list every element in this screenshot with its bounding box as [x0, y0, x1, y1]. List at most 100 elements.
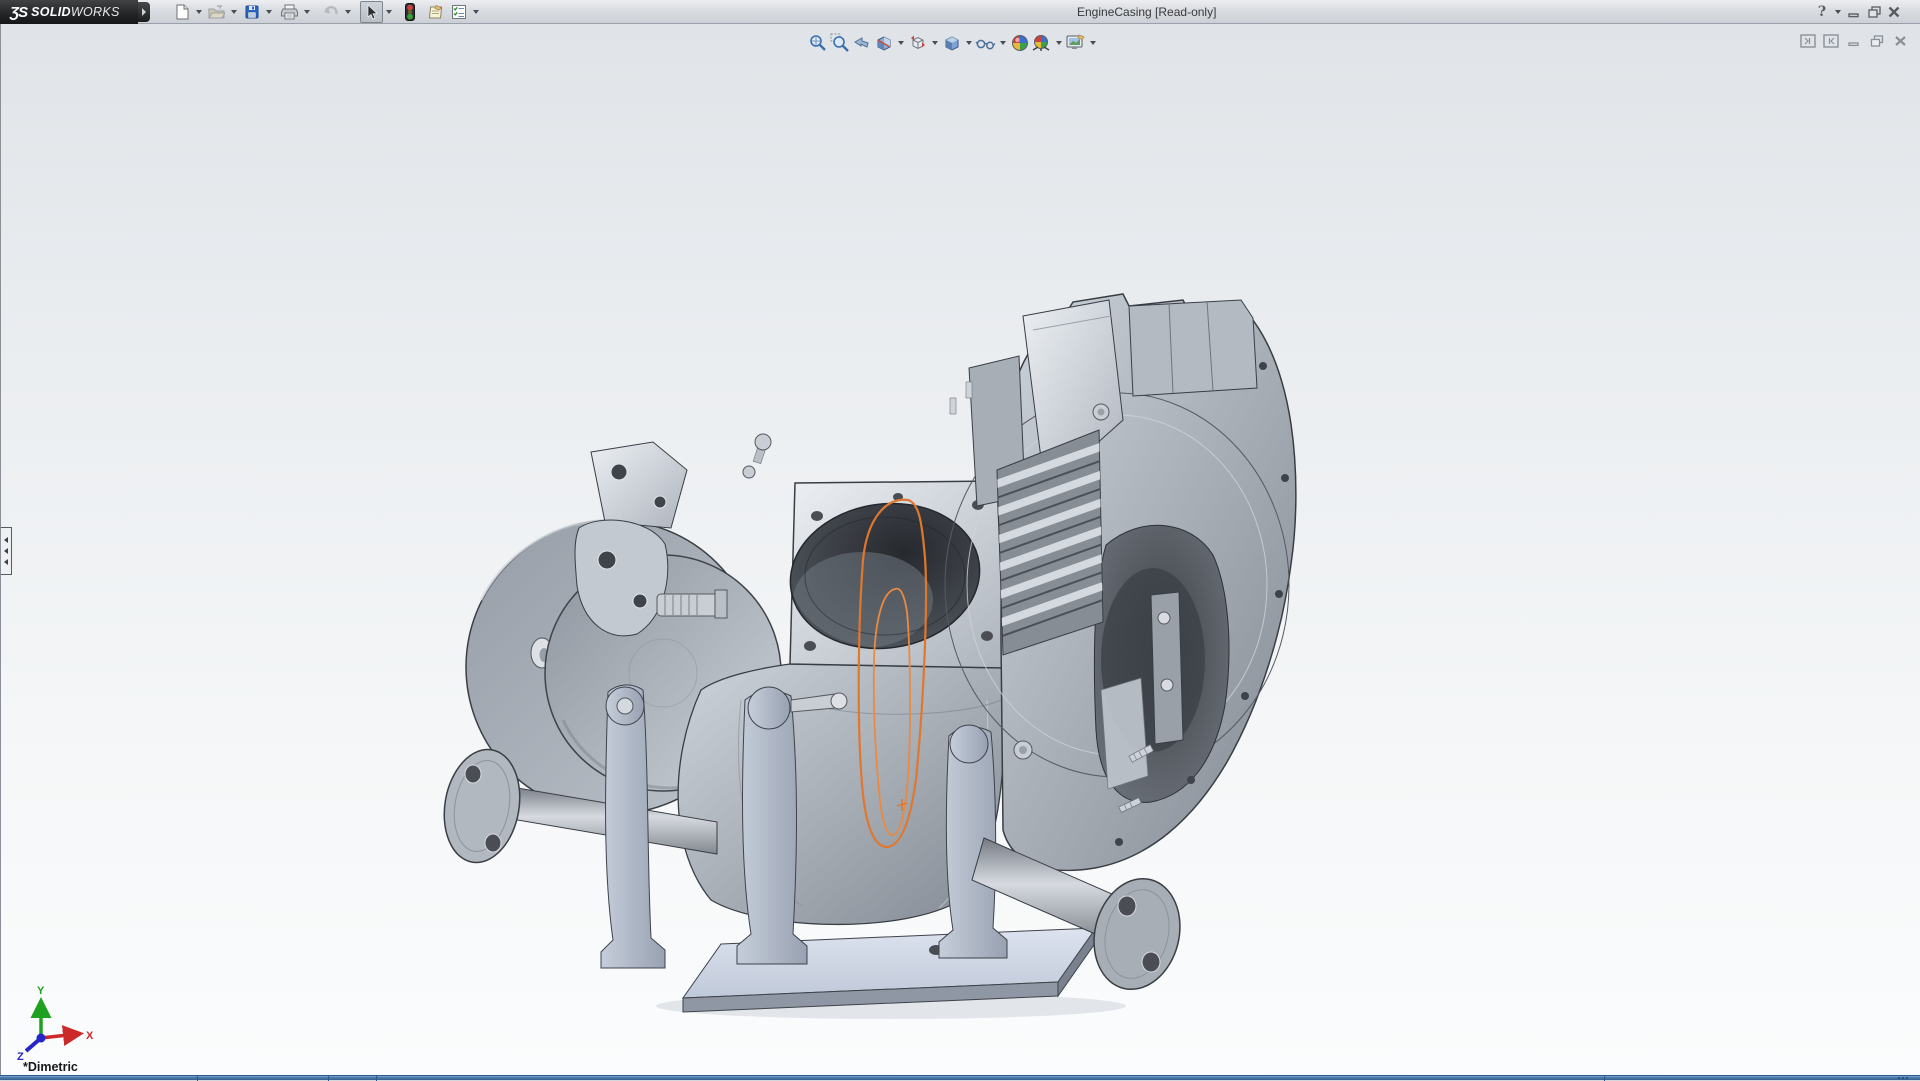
save-floppy-icon — [244, 4, 260, 20]
zoom-to-fit-button[interactable] — [807, 32, 829, 54]
undo-dropdown[interactable] — [342, 1, 354, 23]
open-folder-icon — [208, 4, 225, 20]
undo-button[interactable] — [319, 1, 342, 23]
previous-view-button[interactable] — [851, 32, 873, 54]
restore-document-button[interactable] — [1868, 33, 1886, 49]
document-title: EngineCasing [Read-only] — [1077, 5, 1216, 19]
inner-bolt — [1161, 679, 1173, 691]
zoom-to-area-icon — [830, 33, 850, 53]
options-button[interactable] — [447, 1, 470, 23]
document-window-controls — [1799, 33, 1909, 49]
chevron-left-icon — [4, 537, 8, 543]
display-style-dropdown[interactable] — [963, 32, 975, 54]
hide-show-items-dropdown[interactable] — [997, 32, 1009, 54]
engine-casing-model[interactable] — [1, 24, 1920, 1075]
restore-icon — [1868, 6, 1881, 18]
open-dropdown[interactable] — [228, 1, 240, 23]
solidworks-logo-light: WORKS — [71, 5, 120, 19]
panel-left-icon — [1800, 34, 1816, 48]
minimize-doc-icon — [1847, 35, 1861, 47]
close-button[interactable] — [1884, 2, 1904, 22]
open-button[interactable] — [205, 1, 228, 23]
new-document-icon — [174, 4, 190, 20]
upper-block[interactable] — [1129, 300, 1257, 396]
view-settings-dropdown[interactable] — [1087, 32, 1099, 54]
restore-doc-icon — [1870, 35, 1884, 47]
close-document-button[interactable] — [1891, 33, 1909, 49]
window-controls: ? — [1812, 1, 1904, 23]
help-dropdown[interactable] — [1832, 1, 1844, 23]
view-orientation-dropdown[interactable] — [929, 32, 941, 54]
section-view-icon — [874, 33, 894, 53]
bolt-hole — [981, 631, 993, 641]
x-axis-label: X — [86, 1030, 94, 1042]
minimize-button[interactable] — [1844, 2, 1864, 22]
restore-button[interactable] — [1864, 2, 1884, 22]
edit-appearance-button[interactable] — [1009, 32, 1031, 54]
chevron-right-icon — [141, 8, 147, 16]
options-dropdown[interactable] — [470, 1, 482, 23]
solidworks-logo-bold: SOLID — [31, 5, 71, 19]
cylinder-block[interactable] — [781, 481, 1005, 668]
menu-expand-arrow[interactable] — [138, 2, 150, 22]
save-button[interactable] — [240, 1, 263, 23]
view-orientation-icon — [908, 33, 928, 53]
y-axis-label: Y — [37, 985, 45, 997]
select-dropdown[interactable] — [383, 1, 395, 23]
file-properties-icon — [427, 4, 445, 20]
eyeglasses-icon — [975, 33, 997, 53]
chevron-left-icon — [4, 559, 8, 565]
solidworks-logo[interactable]: ƷS SOLID WORKS — [0, 0, 138, 24]
headsup-view-toolbar — [807, 32, 1099, 54]
minimize-document-button[interactable] — [1845, 33, 1863, 49]
zoom-to-area-button[interactable] — [829, 32, 851, 54]
pivot-pin-cap — [831, 693, 847, 709]
resize-grip[interactable] — [1898, 1077, 1908, 1079]
show-task-pane-button[interactable] — [1822, 33, 1840, 49]
minimize-icon — [1848, 6, 1860, 18]
close-doc-icon — [1894, 35, 1907, 47]
print-dropdown[interactable] — [301, 1, 313, 23]
main-toolbar — [170, 1, 482, 23]
view-settings-icon — [1065, 33, 1087, 53]
section-view-dropdown[interactable] — [895, 32, 907, 54]
apply-scene-icon — [1031, 33, 1053, 53]
reference-triad: Y X Z — [13, 982, 108, 1067]
zoom-to-fit-icon — [808, 33, 828, 53]
view-settings-button[interactable] — [1065, 32, 1087, 54]
undo-icon — [322, 4, 340, 20]
select-cursor-icon — [365, 4, 379, 20]
apply-scene-dropdown[interactable] — [1053, 32, 1065, 54]
options-checklist-icon — [451, 4, 467, 20]
select-button[interactable] — [360, 1, 383, 23]
print-button[interactable] — [278, 1, 301, 23]
mount-brackets[interactable] — [575, 442, 727, 636]
graphics-area[interactable]: Y X Z *Dimetric — [0, 24, 1920, 1075]
help-button[interactable]: ? — [1812, 2, 1832, 22]
panel-right-icon — [1823, 34, 1839, 48]
save-dropdown[interactable] — [263, 1, 275, 23]
bolt-hole — [811, 511, 823, 521]
print-icon — [281, 4, 298, 20]
view-orientation-label: *Dimetric — [23, 1060, 78, 1074]
title-bar: ƷS SOLID WORKS — [0, 0, 1920, 24]
feature-tree-collapse-tab[interactable] — [1, 527, 12, 575]
threaded-stud — [657, 594, 719, 616]
section-view-button[interactable] — [873, 32, 895, 54]
traffic-light-icon — [405, 3, 415, 21]
show-feature-pane-button[interactable] — [1799, 33, 1817, 49]
apply-scene-button[interactable] — [1031, 32, 1053, 54]
x-axis — [41, 1034, 77, 1038]
view-simulation-button[interactable] — [398, 1, 421, 23]
previous-view-icon — [852, 33, 872, 53]
inner-bolt — [1158, 612, 1170, 624]
new-document-button[interactable] — [170, 1, 193, 23]
new-document-dropdown[interactable] — [193, 1, 205, 23]
bolt-hole — [804, 641, 816, 651]
hide-show-items-button[interactable] — [975, 32, 997, 54]
view-orientation-button[interactable] — [907, 32, 929, 54]
chevron-left-icon — [4, 548, 8, 554]
display-style-button[interactable] — [941, 32, 963, 54]
appearance-ball-icon — [1010, 33, 1030, 53]
file-properties-button[interactable] — [424, 1, 447, 23]
